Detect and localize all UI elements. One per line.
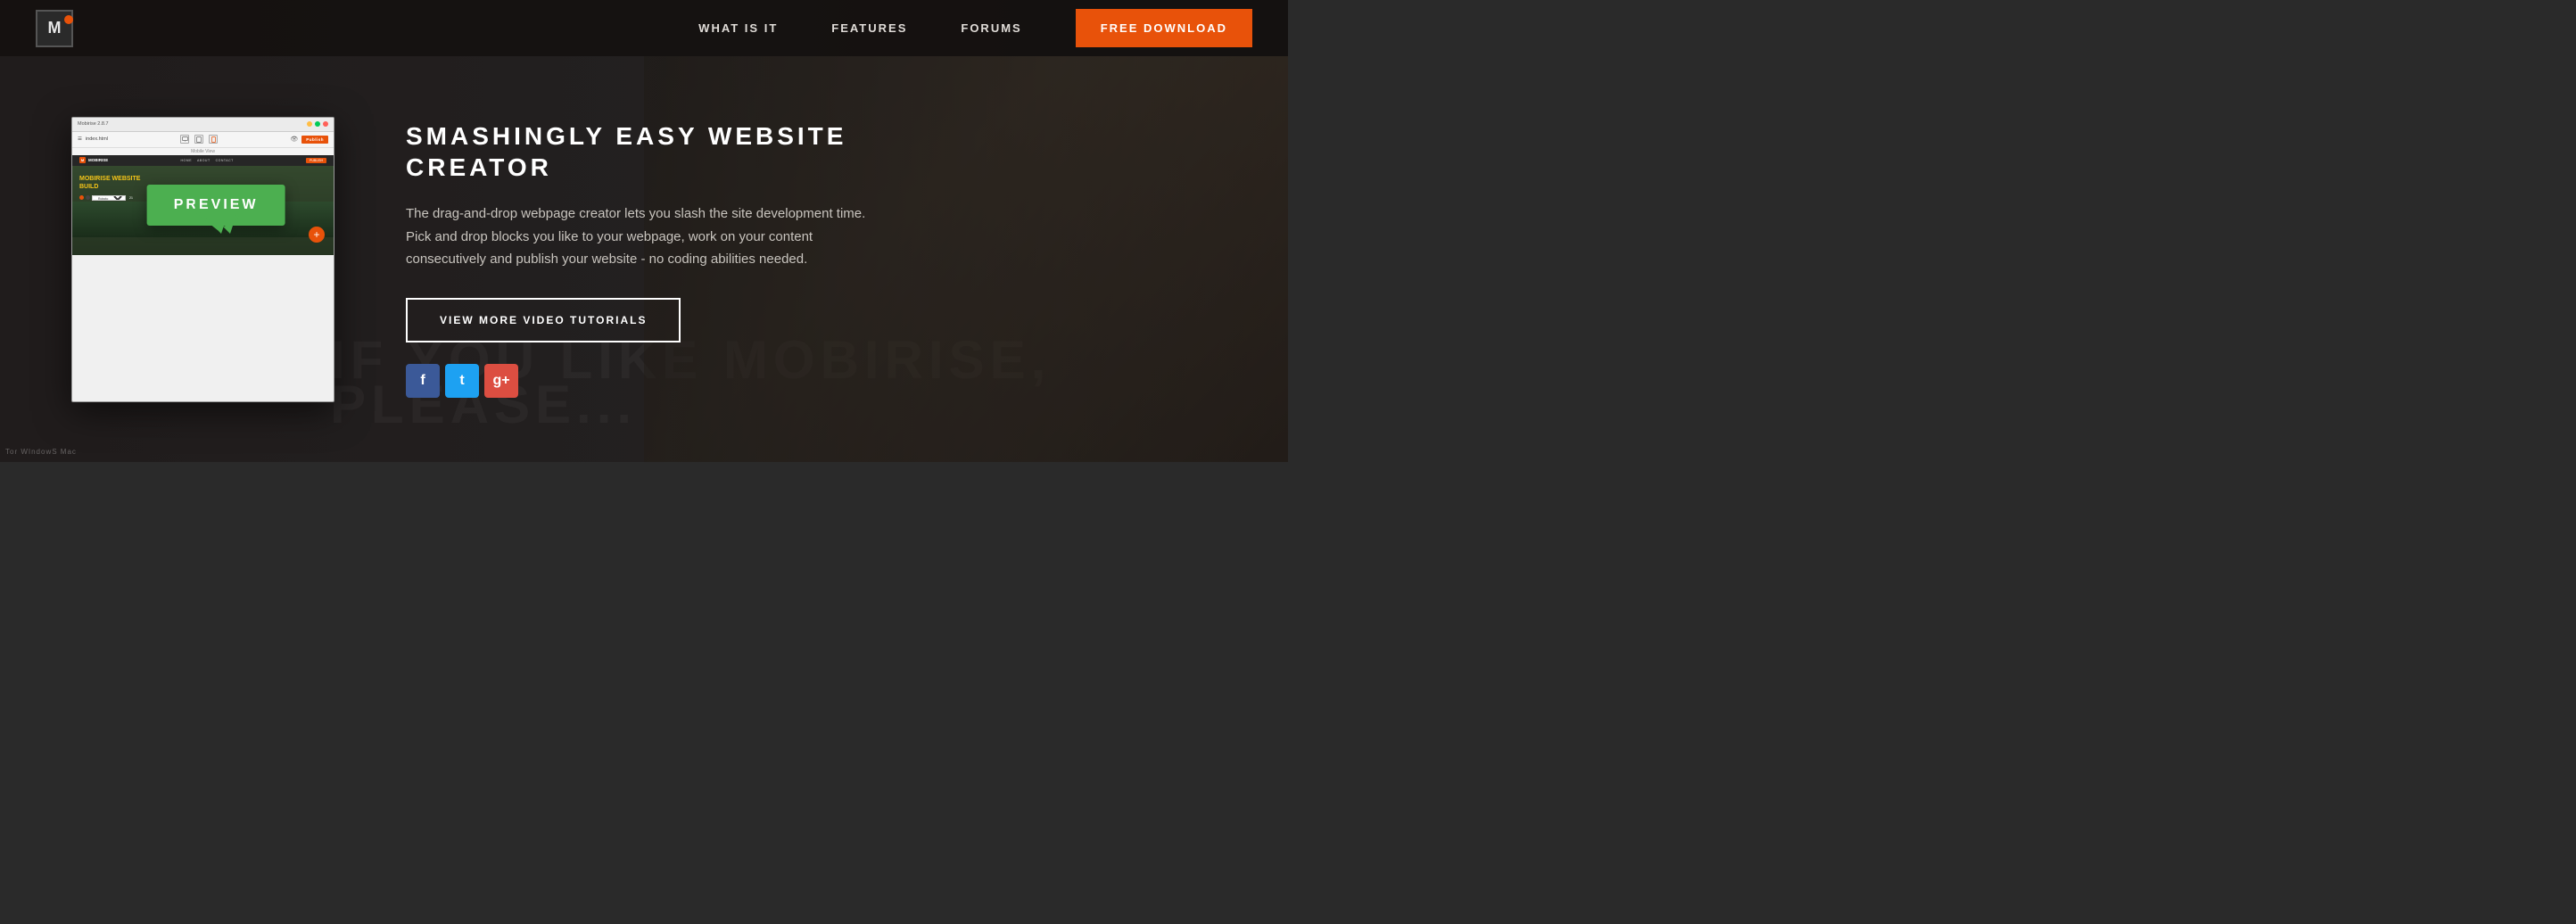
facebook-icon: f xyxy=(420,373,425,389)
mini-edit-gear-btn[interactable] xyxy=(86,195,90,200)
nav-link-what-is-it[interactable]: WHAT IS IT xyxy=(698,21,778,35)
twitter-button[interactable]: t xyxy=(445,364,479,398)
mini-logo: M MOBIRISE xyxy=(79,157,108,163)
window-title: Mobirise 2.8.7 xyxy=(78,121,109,127)
main-title: SMASHINGLY EASY WEBSITE CREATOR xyxy=(406,120,1252,183)
mini-nav-links: HOME ABOUT CONTACT xyxy=(181,159,234,162)
mini-edit-color-btn[interactable] xyxy=(79,195,84,200)
facebook-button[interactable]: f xyxy=(406,364,440,398)
preview-button[interactable]: PREVIEW xyxy=(147,185,285,226)
navigation: M WHAT IS IT FEATURES FORUMS FREE DOWNLO… xyxy=(0,0,1288,56)
maximize-button[interactable] xyxy=(315,121,320,127)
mobile-view-label: Mobile View xyxy=(72,148,334,155)
social-buttons: f t g+ xyxy=(406,364,1252,398)
logo-icon: M xyxy=(36,10,73,47)
tablet-view-button[interactable] xyxy=(194,135,203,144)
main-title-line1: SMASHINGLY EASY WEBSITE xyxy=(406,122,846,150)
close-button[interactable] xyxy=(323,121,328,127)
toolbar-center xyxy=(180,135,218,144)
mini-title-line1: MOBIRISE WEBSITE xyxy=(79,175,326,183)
mini-site-nav: M MOBIRISE HOME ABOUT CONTACT PUBLISH xyxy=(72,155,334,166)
google-button[interactable]: g+ xyxy=(484,364,518,398)
file-name: index.html xyxy=(86,136,108,142)
eye-icon[interactable]: 👁 xyxy=(290,136,298,143)
minimize-button[interactable] xyxy=(307,121,312,127)
google-icon: g+ xyxy=(492,373,509,389)
main-title-line2: CREATOR xyxy=(406,153,552,181)
mini-logo-icon: M xyxy=(79,157,86,163)
main-content: Mobirise 2.8.7 ☰ index.html xyxy=(0,56,1288,462)
right-content: SMASHINGLY EASY WEBSITE CREATOR The drag… xyxy=(388,120,1252,398)
window-titlebar: Mobirise 2.8.7 xyxy=(72,118,334,132)
hamburger-icon[interactable]: ☰ xyxy=(78,136,82,142)
mini-publish-btn[interactable]: PUBLISH xyxy=(306,158,326,163)
app-screenshot: Mobirise 2.8.7 ☰ index.html xyxy=(71,117,334,402)
mini-brand: MOBIRISE xyxy=(88,158,108,162)
publish-button[interactable]: Publish xyxy=(301,136,328,144)
mini-nav-contact: CONTACT xyxy=(216,159,234,162)
toolbar-right: 👁 Publish xyxy=(290,136,328,144)
add-block-button[interactable]: + xyxy=(309,227,325,243)
logo-letter: M xyxy=(48,19,62,37)
desktop-view-button[interactable] xyxy=(180,135,189,144)
window-toolbar: ☰ index.html 👁 Publish xyxy=(72,132,334,148)
main-description: The drag-and-drop webpage creator lets y… xyxy=(406,202,888,271)
toolbar-left: ☰ index.html xyxy=(78,136,108,142)
window-controls xyxy=(307,121,328,127)
free-download-button[interactable]: FREE DOWNLOAD xyxy=(1076,9,1252,47)
mini-font-select[interactable]: Roboto xyxy=(92,195,126,201)
nav-link-features[interactable]: FEATURES xyxy=(831,21,907,35)
mini-nav-home: HOME xyxy=(181,159,193,162)
preview-area: M MOBIRISE HOME ABOUT CONTACT PUBLISH MO… xyxy=(72,155,334,255)
nav-link-forums[interactable]: FORUMS xyxy=(961,21,1021,35)
preview-overlay: PREVIEW xyxy=(147,185,285,226)
mobile-view-button[interactable] xyxy=(209,135,218,144)
nav-links: WHAT IS IT FEATURES FORUMS FREE DOWNLOAD xyxy=(698,9,1252,47)
twitter-icon: t xyxy=(459,373,464,389)
logo[interactable]: M xyxy=(36,10,73,47)
mini-font-size: 21 xyxy=(129,196,133,200)
mini-nav-about: ABOUT xyxy=(197,159,211,162)
video-tutorials-button[interactable]: VIEW MORE VIDEO TUTORIALS xyxy=(406,298,681,342)
